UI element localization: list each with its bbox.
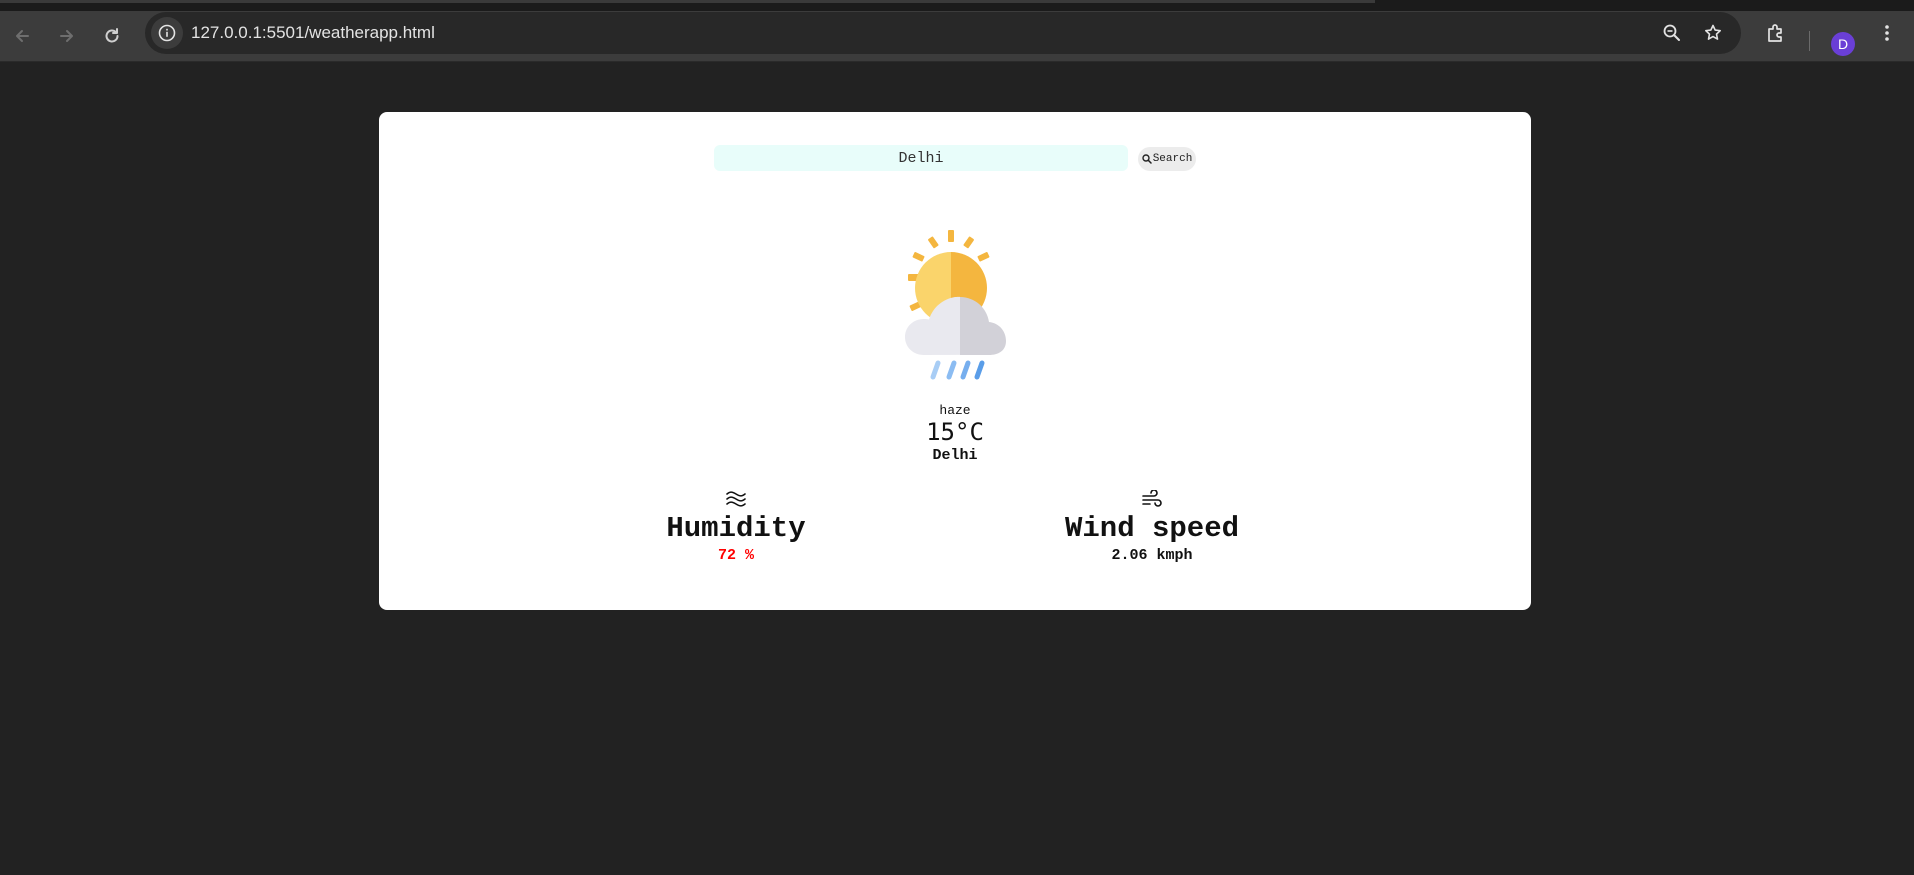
page-viewport: Search [0,62,1914,875]
humidity-panel: Humidity 72 % [606,490,866,566]
puzzle-icon [1768,24,1782,42]
toolbar-separator [1809,31,1810,51]
zoom-button[interactable] [1661,22,1683,44]
humidity-label: Humidity [666,512,806,545]
bookmark-button[interactable] [1702,22,1724,44]
site-info-button[interactable] [151,17,183,49]
star-icon [1705,24,1721,40]
city-search-input[interactable] [714,145,1128,171]
temperature: 15°C [926,418,984,446]
extensions-button[interactable] [1765,22,1787,44]
waves-icon [726,491,746,507]
forward-button[interactable] [52,21,82,51]
weather-card: Search [379,112,1531,610]
browser-toolbar: 127.0.0.1:5501/weatherapp.html D [0,11,1914,62]
weather-description: haze [939,403,971,418]
reload-button[interactable] [97,21,127,51]
wind-label: Wind speed [1064,512,1240,545]
wind-icon [1142,490,1162,507]
search-button[interactable]: Search [1138,147,1196,171]
back-arrow-icon [16,30,29,42]
wind-value: 2.06 kmph [1111,547,1193,564]
humidity-value: 72 % [717,547,754,564]
more-vertical-icon [1885,25,1889,41]
zoom-out-icon [1663,24,1680,41]
forward-arrow-icon [60,30,73,42]
reload-icon [105,28,119,43]
search-button-label: Search [1152,153,1193,165]
wind-panel: Wind speed 2.06 kmph [1022,490,1282,566]
address-bar[interactable]: 127.0.0.1:5501/weatherapp.html [145,12,1741,54]
info-icon [158,24,176,42]
city-name: Delhi [932,447,978,464]
profile-avatar[interactable]: D [1831,32,1855,56]
search-icon [1141,154,1152,164]
tab-strip [0,0,1914,11]
url-text[interactable]: 127.0.0.1:5501/weatherapp.html [191,23,435,43]
tab-strip-line [0,0,1375,3]
menu-button[interactable] [1876,22,1898,44]
back-button[interactable] [7,21,37,51]
sun-cloud-rain-icon [905,230,1006,380]
